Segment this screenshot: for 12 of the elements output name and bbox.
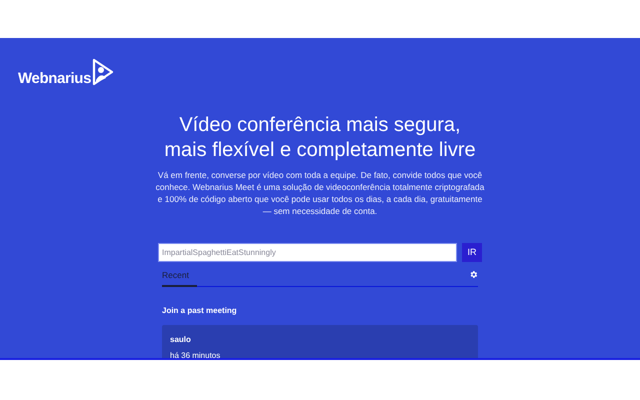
meeting-card[interactable]: saulo há 36 minutos — [162, 324, 478, 358]
hero-title: mais flexível e completamente livre — [164, 138, 476, 163]
description-text: Vá em frente, converse por vídeo com toda a equipe. De fato, convide todos que você conhece. Webnarius Meet é uma solução de videoconferência totalmente criptografada e 100% de código aberto que você pode usar todos os dias, a cada dia, gratuitamente — sem necessidade de conta. — [155, 169, 485, 217]
logo-play-icon — [92, 58, 114, 86]
go-button[interactable]: IR — [462, 243, 482, 262]
section-title: Join a past meeting — [162, 304, 238, 317]
settings-icon[interactable] — [469, 270, 478, 279]
room-name-field[interactable]: ImpartialSpaghettiEatStunningly — [158, 243, 457, 262]
meeting-time: há 36 minutos — [170, 350, 222, 358]
hero-title: Vídeo conferência mais segura, — [179, 113, 461, 138]
meeting-name: saulo — [170, 334, 192, 346]
logo-text: Webnarius — [18, 71, 92, 86]
